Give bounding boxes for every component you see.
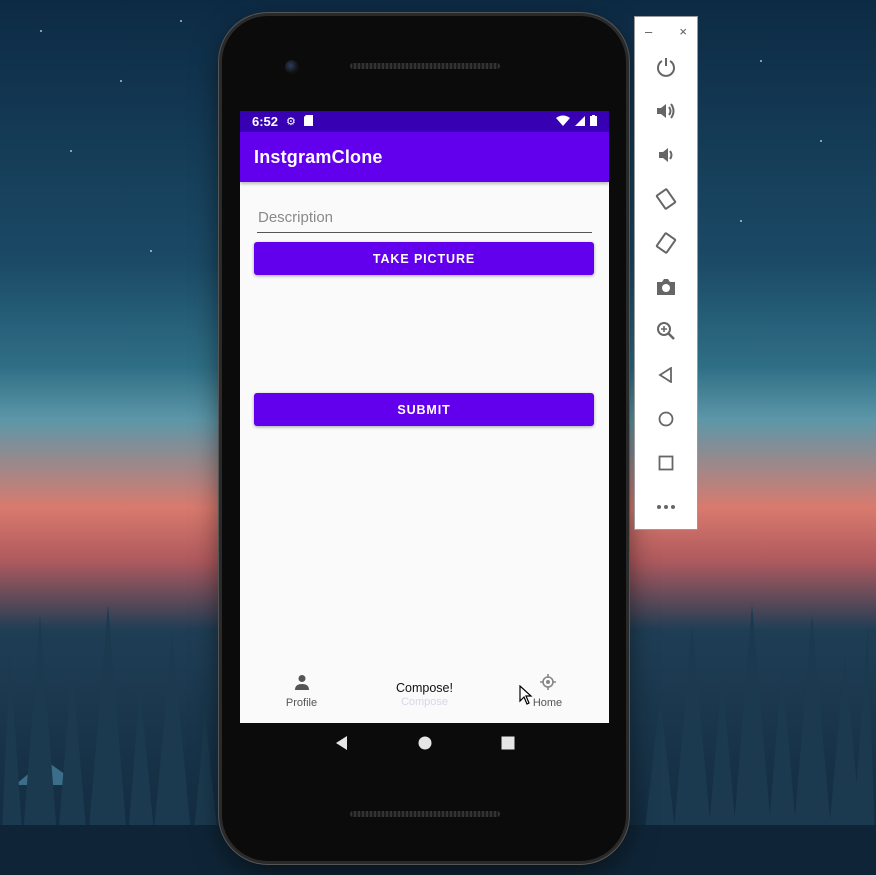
nav-label-compose: Compose [400, 696, 449, 708]
back-icon[interactable] [635, 353, 697, 397]
phone-emulator: 6:52 ⚙ InstgramClone TAKE PICTURE [222, 16, 626, 861]
battery-icon [590, 114, 597, 129]
description-input[interactable] [257, 204, 592, 233]
home-nav-icon[interactable] [418, 736, 432, 755]
minimize-button[interactable]: – [645, 24, 652, 39]
recents-nav-icon[interactable] [501, 736, 515, 755]
nav-label-home: Home [532, 697, 563, 709]
top-speaker [350, 63, 500, 69]
zoom-icon[interactable] [635, 309, 697, 353]
status-time: 6:52 [252, 114, 279, 129]
app-screen: 6:52 ⚙ InstgramClone TAKE PICTURE [240, 111, 609, 723]
volume-up-icon[interactable] [635, 89, 697, 133]
volume-down-icon[interactable] [635, 133, 697, 177]
app-bar: InstgramClone [240, 132, 609, 182]
mouse-cursor-icon [519, 684, 533, 710]
nav-item-compose[interactable]: Compose! Compose [375, 674, 475, 708]
camera-icon[interactable] [635, 265, 697, 309]
panel-titlebar: – × [635, 17, 697, 45]
emulator-control-panel: – × [634, 16, 698, 530]
system-navigation-bar [240, 723, 609, 767]
settings-icon: ⚙ [286, 116, 296, 128]
rotate-left-icon[interactable] [635, 177, 697, 221]
crosshair-icon [539, 674, 556, 695]
wifi-icon [556, 114, 570, 129]
nav-item-home[interactable]: Home [498, 674, 598, 709]
sd-card-icon [303, 114, 313, 129]
compose-toast: Compose! [396, 681, 453, 695]
status-bar: 6:52 ⚙ [240, 111, 609, 132]
close-button[interactable]: × [679, 24, 687, 39]
overview-icon[interactable] [635, 441, 697, 485]
bottom-navigation: Profile Compose! Compose Home [240, 666, 609, 723]
back-nav-icon[interactable] [335, 735, 349, 755]
submit-button[interactable]: SUBMIT [254, 393, 594, 426]
signal-icon [575, 114, 585, 129]
person-icon [294, 674, 310, 695]
bottom-speaker [350, 811, 500, 817]
take-picture-button[interactable]: TAKE PICTURE [254, 242, 594, 275]
more-icon[interactable] [635, 485, 697, 529]
front-camera [285, 60, 299, 74]
nav-label-profile: Profile [285, 697, 318, 709]
nav-item-profile[interactable]: Profile [252, 674, 352, 709]
rotate-right-icon[interactable] [635, 221, 697, 265]
app-title: InstgramClone [254, 146, 383, 167]
home-icon[interactable] [635, 397, 697, 441]
power-icon[interactable] [635, 45, 697, 89]
